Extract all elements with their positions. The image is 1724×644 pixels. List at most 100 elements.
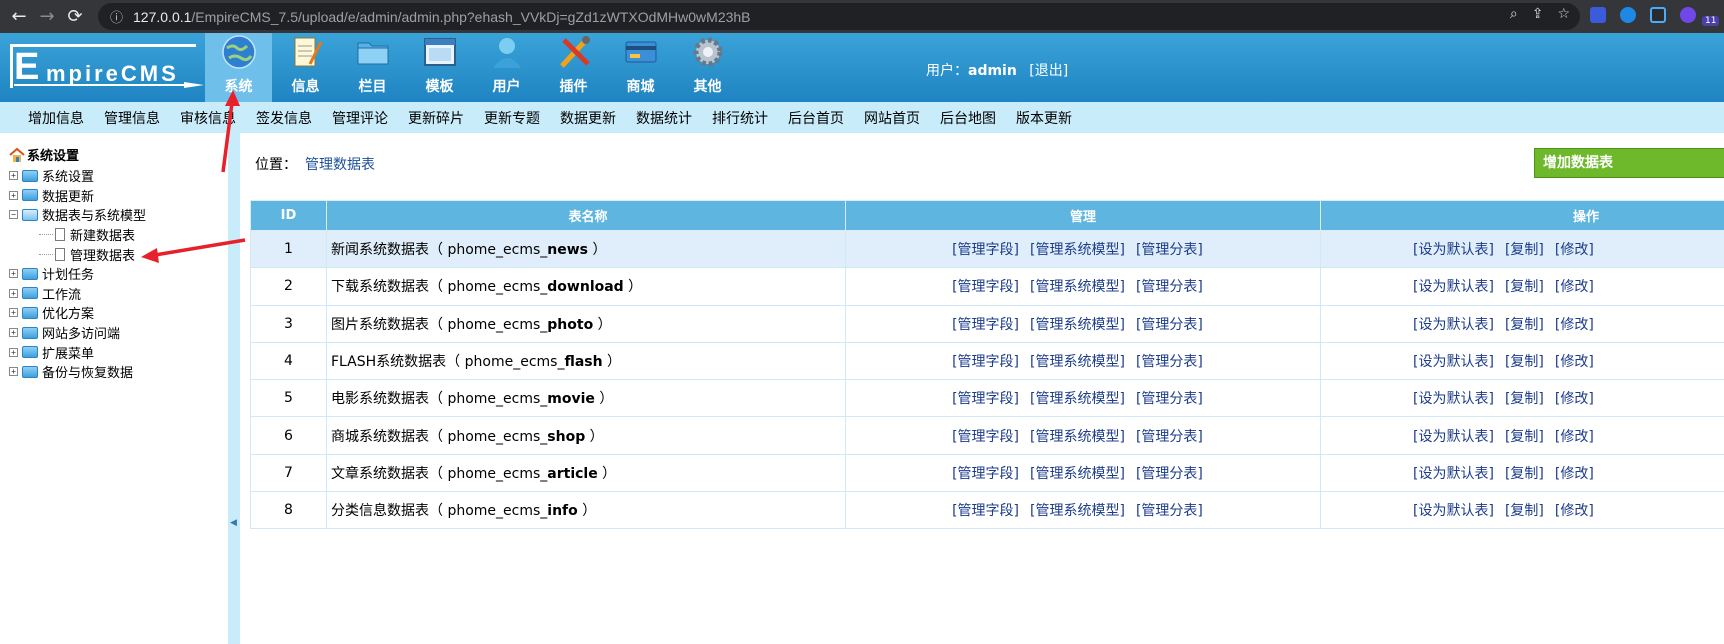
address-bar[interactable]: ⓘ 127.0.0.1/EmpireCMS_7.5/upload/e/admin… — [98, 3, 1580, 30]
extension-diamond-icon[interactable] — [1620, 7, 1636, 23]
topnav-system[interactable]: 系统 — [205, 33, 272, 102]
submenu-manage-info[interactable]: 管理信息 — [94, 108, 170, 128]
manage-subtable-link[interactable]: [管理分表] — [1136, 354, 1203, 370]
expand-icon[interactable]: + — [9, 347, 18, 357]
tree-node-extend-menu[interactable]: + 扩展菜单 — [9, 342, 146, 362]
manage-fields-link[interactable]: [管理字段] — [952, 242, 1019, 258]
edit-link[interactable]: [修改] — [1555, 279, 1594, 295]
set-default-link[interactable]: [设为默认表] — [1413, 354, 1494, 370]
topnav-shop[interactable]: 商城 — [607, 33, 674, 102]
submenu-site-home[interactable]: 网站首页 — [854, 108, 930, 128]
set-default-link[interactable]: [设为默认表] — [1413, 317, 1494, 333]
tree-node-new-table[interactable]: 新建数据表 — [9, 225, 146, 245]
topnav-column[interactable]: 栏目 — [339, 33, 406, 102]
extension-avatar-icon[interactable] — [1680, 7, 1696, 23]
manage-model-link[interactable]: [管理系统模型] — [1030, 242, 1125, 258]
manage-fields-link[interactable]: [管理字段] — [952, 354, 1019, 370]
submenu-manage-comments[interactable]: 管理评论 — [322, 108, 398, 128]
copy-link[interactable]: [复制] — [1505, 503, 1544, 519]
manage-subtable-link[interactable]: [管理分表] — [1136, 429, 1203, 445]
site-info-icon[interactable]: ⓘ — [110, 7, 123, 26]
submenu-rank-stats[interactable]: 排行统计 — [702, 108, 778, 128]
manage-subtable-link[interactable]: [管理分表] — [1136, 503, 1203, 519]
reload-icon[interactable]: ⟳ — [61, 3, 89, 31]
copy-link[interactable]: [复制] — [1505, 242, 1544, 258]
set-default-link[interactable]: [设为默认表] — [1413, 279, 1494, 295]
manage-subtable-link[interactable]: [管理分表] — [1136, 391, 1203, 407]
tree-node-data-update[interactable]: + 数据更新 — [9, 186, 146, 206]
bookmark-star-icon[interactable]: ☆ — [1557, 6, 1570, 22]
topnav-info[interactable]: 信息 — [272, 33, 339, 102]
manage-model-link[interactable]: [管理系统模型] — [1030, 429, 1125, 445]
manage-fields-link[interactable]: [管理字段] — [952, 466, 1019, 482]
manage-subtable-link[interactable]: [管理分表] — [1136, 242, 1203, 258]
copy-link[interactable]: [复制] — [1505, 429, 1544, 445]
tree-node-workflow[interactable]: + 工作流 — [9, 284, 146, 304]
edit-link[interactable]: [修改] — [1555, 466, 1594, 482]
expand-icon[interactable]: + — [9, 171, 18, 181]
forward-icon[interactable]: → — [33, 3, 61, 31]
manage-subtable-link[interactable]: [管理分表] — [1136, 466, 1203, 482]
logout-link[interactable]: [退出] — [1029, 63, 1068, 79]
submenu-review-info[interactable]: 审核信息 — [170, 108, 246, 128]
set-default-link[interactable]: [设为默认表] — [1413, 503, 1494, 519]
copy-link[interactable]: [复制] — [1505, 317, 1544, 333]
tree-node-multi-access[interactable]: + 网站多访问端 — [9, 323, 146, 343]
manage-fields-link[interactable]: [管理字段] — [952, 503, 1019, 519]
tree-node-backup[interactable]: + 备份与恢复数据 — [9, 362, 146, 382]
manage-model-link[interactable]: [管理系统模型] — [1030, 354, 1125, 370]
manage-model-link[interactable]: [管理系统模型] — [1030, 279, 1125, 295]
topnav-user[interactable]: 用户 — [473, 33, 540, 102]
edit-link[interactable]: [修改] — [1555, 354, 1594, 370]
back-icon[interactable]: ← — [5, 3, 33, 31]
manage-subtable-link[interactable]: [管理分表] — [1136, 317, 1203, 333]
set-default-link[interactable]: [设为默认表] — [1413, 466, 1494, 482]
collapse-icon[interactable]: − — [9, 210, 18, 220]
manage-fields-link[interactable]: [管理字段] — [952, 279, 1019, 295]
expand-icon[interactable]: + — [9, 367, 18, 377]
tree-node-system-settings[interactable]: + 系统设置 — [9, 166, 146, 186]
edit-link[interactable]: [修改] — [1555, 429, 1594, 445]
edit-link[interactable]: [修改] — [1555, 391, 1594, 407]
manage-fields-link[interactable]: [管理字段] — [952, 391, 1019, 407]
share-icon[interactable]: ⇪ — [1532, 6, 1544, 22]
manage-model-link[interactable]: [管理系统模型] — [1030, 317, 1125, 333]
expand-icon[interactable]: + — [9, 328, 18, 338]
copy-link[interactable]: [复制] — [1505, 466, 1544, 482]
submenu-admin-map[interactable]: 后台地图 — [930, 108, 1006, 128]
manage-subtable-link[interactable]: [管理分表] — [1136, 279, 1203, 295]
edit-link[interactable]: [修改] — [1555, 242, 1594, 258]
copy-link[interactable]: [复制] — [1505, 354, 1544, 370]
copy-link[interactable]: [复制] — [1505, 279, 1544, 295]
edit-link[interactable]: [修改] — [1555, 317, 1594, 333]
submenu-update-fragments[interactable]: 更新碎片 — [398, 108, 474, 128]
topnav-other[interactable]: 其他 — [674, 33, 741, 102]
zoom-icon[interactable]: ⌕ — [1510, 6, 1518, 22]
edit-link[interactable]: [修改] — [1555, 503, 1594, 519]
manage-model-link[interactable]: [管理系统模型] — [1030, 391, 1125, 407]
tree-node-data-tables[interactable]: − 数据表与系统模型 — [9, 205, 146, 225]
set-default-link[interactable]: [设为默认表] — [1413, 242, 1494, 258]
copy-link[interactable]: [复制] — [1505, 391, 1544, 407]
manage-model-link[interactable]: [管理系统模型] — [1030, 503, 1125, 519]
expand-icon[interactable]: + — [9, 269, 18, 279]
tree-node-manage-tables[interactable]: 管理数据表 — [9, 244, 146, 264]
manage-fields-link[interactable]: [管理字段] — [952, 317, 1019, 333]
breadcrumb-link[interactable]: 管理数据表 — [305, 157, 375, 173]
submenu-sign-info[interactable]: 签发信息 — [246, 108, 322, 128]
submenu-admin-home[interactable]: 后台首页 — [778, 108, 854, 128]
topnav-template[interactable]: 模板 — [406, 33, 473, 102]
submenu-data-update[interactable]: 数据更新 — [550, 108, 626, 128]
set-default-link[interactable]: [设为默认表] — [1413, 391, 1494, 407]
expand-icon[interactable]: + — [9, 288, 18, 298]
submenu-data-stats[interactable]: 数据统计 — [626, 108, 702, 128]
tree-node-scheduled-tasks[interactable]: + 计划任务 — [9, 264, 146, 284]
expand-icon[interactable]: + — [9, 308, 18, 318]
collapse-arrow-icon[interactable]: ◀ — [230, 518, 237, 528]
panel-splitter[interactable]: ◀ — [228, 133, 240, 644]
expand-icon[interactable]: + — [9, 190, 18, 200]
extension-pin-icon[interactable] — [1650, 7, 1666, 23]
tree-node-optimization[interactable]: + 优化方案 — [9, 303, 146, 323]
extension-grid-icon[interactable] — [1590, 7, 1606, 23]
topnav-plugin[interactable]: 插件 — [540, 33, 607, 102]
